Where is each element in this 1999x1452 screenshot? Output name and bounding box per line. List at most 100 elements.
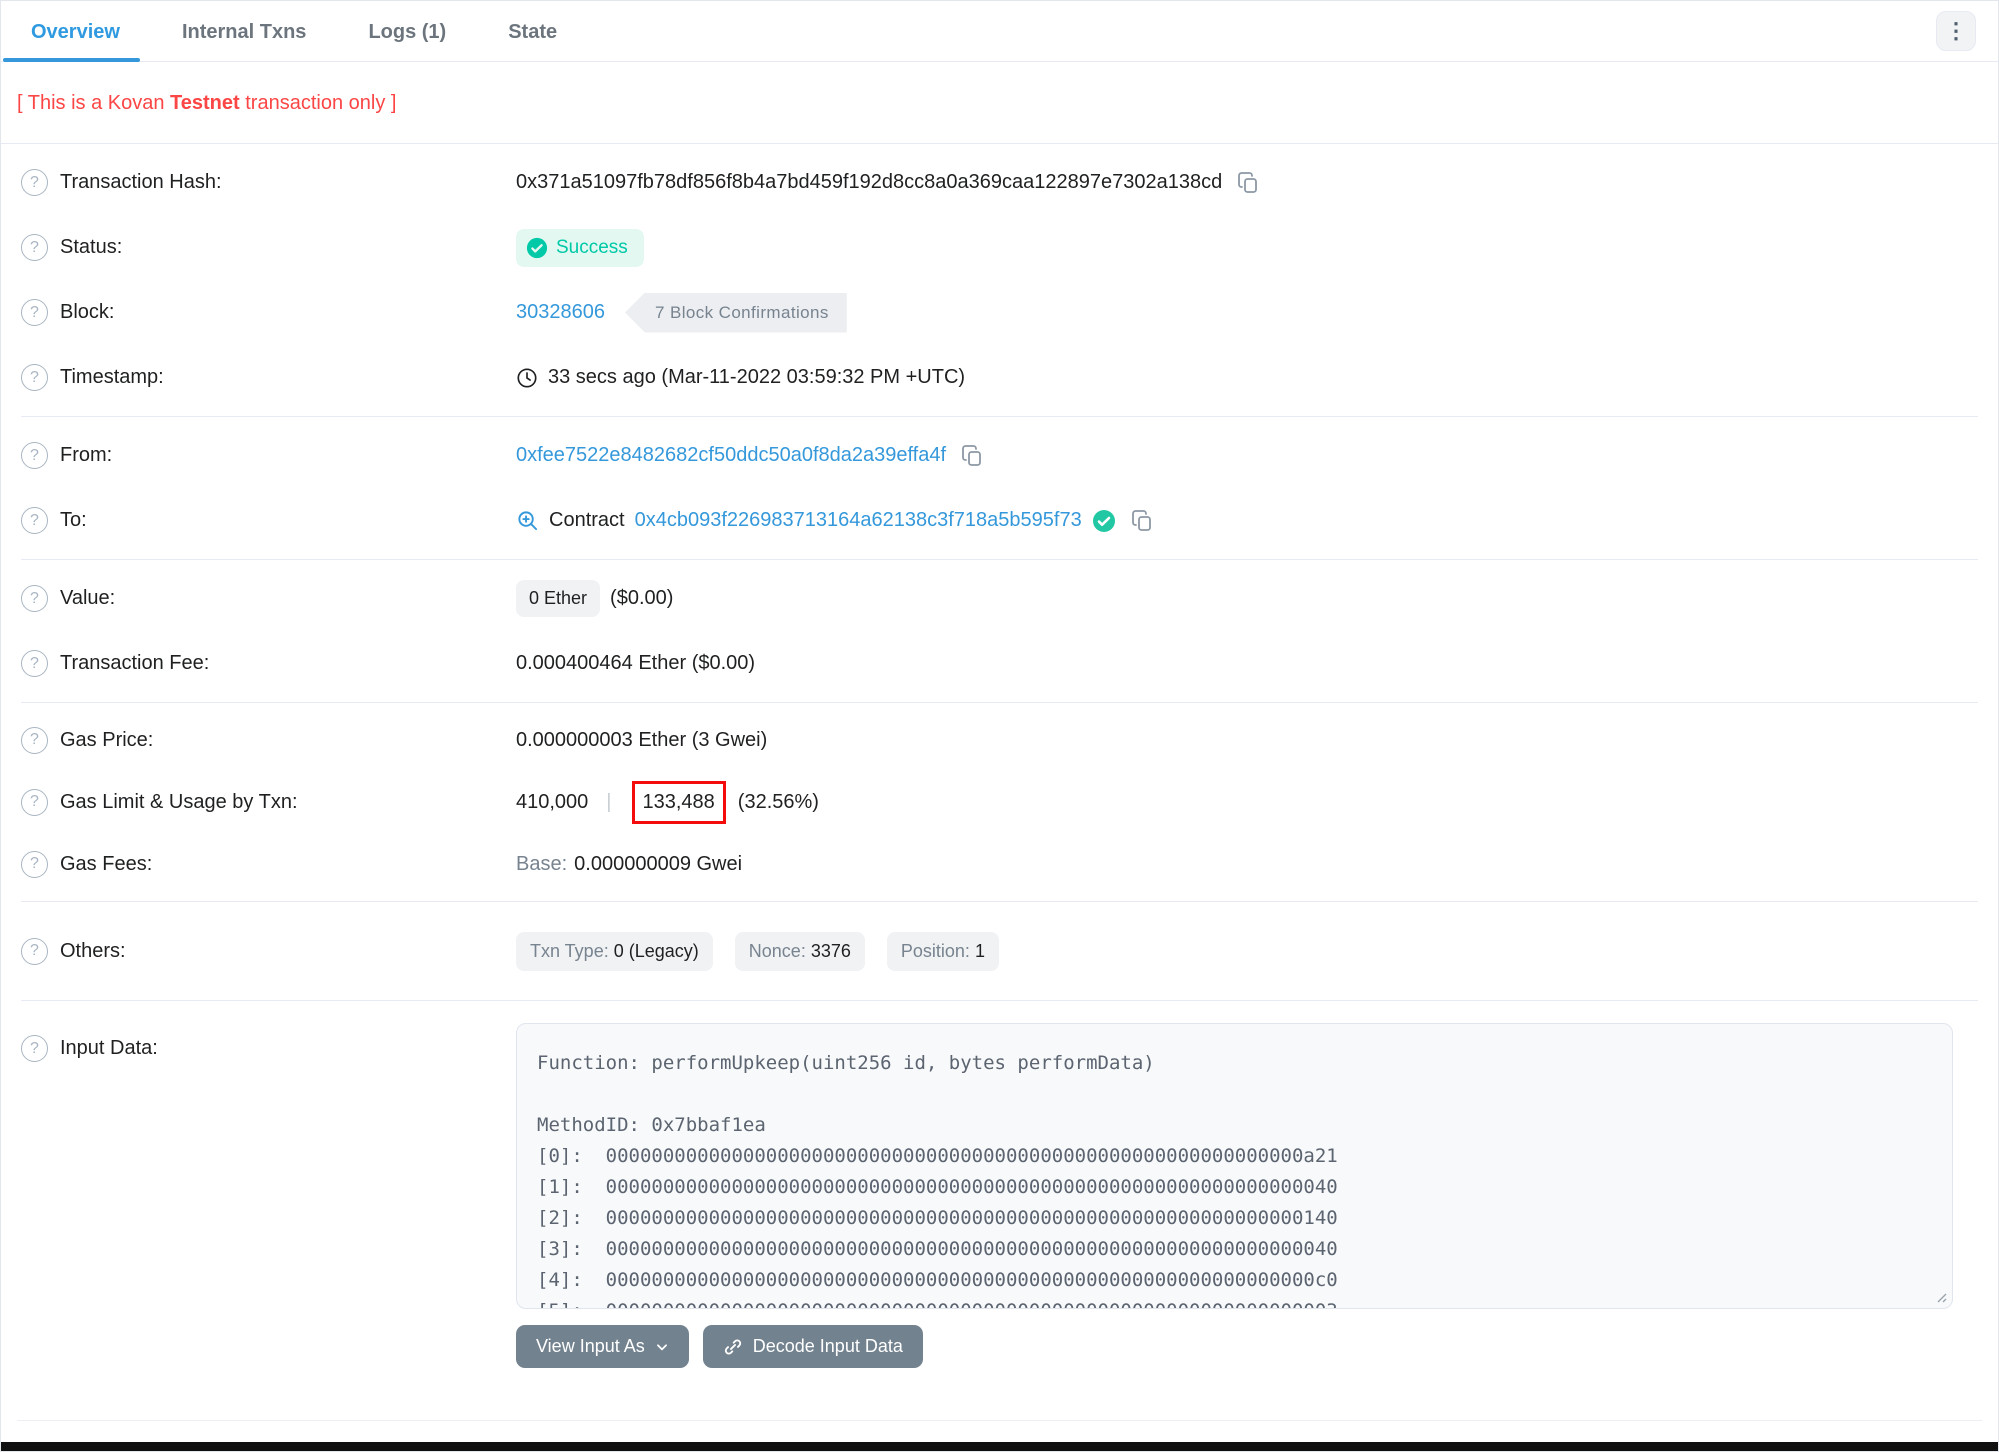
value-usd: ($0.00) [610, 587, 674, 609]
position-value: 1 [974, 940, 985, 961]
question-circle-icon[interactable] [21, 850, 48, 878]
question-circle-icon[interactable] [21, 788, 48, 816]
question-circle-icon[interactable] [21, 364, 48, 391]
notice-prefix: [ This is a Kovan [17, 92, 171, 114]
tab-bar: Overview Internal Txns Logs (1) State [1, 1, 1998, 62]
zoom-in-icon[interactable] [516, 509, 539, 532]
gas-limit-label: Gas Limit & Usage by Txn: [60, 790, 298, 813]
chevron-down-icon [655, 1340, 669, 1354]
position-badge: Position: 1 [886, 931, 999, 971]
value-badge: 0 Ether [516, 580, 601, 617]
status-value: Success [556, 236, 628, 258]
txn-type-key: Txn Type: [530, 940, 609, 961]
nonce-key: Nonce: [748, 940, 806, 961]
position-key: Position: [900, 940, 970, 961]
question-circle-icon[interactable] [21, 234, 48, 261]
gas-price-label: Gas Price: [60, 728, 154, 751]
decode-input-data-button[interactable]: Decode Input Data [702, 1325, 923, 1368]
question-circle-icon[interactable] [21, 585, 48, 612]
red-annotation-box: 133,488 [631, 780, 726, 824]
status-badge: Success [516, 228, 644, 267]
group-others: Others: Txn Type: 0 (Legacy) Nonce: 3376… [21, 901, 1978, 1000]
row-input-data: Input Data: Function: performUpkeep(uint… [21, 1007, 1978, 1309]
from-label: From: [60, 444, 113, 466]
input-data-textarea[interactable]: Function: performUpkeep(uint256 id, byte… [516, 1023, 1953, 1309]
nonce-value: 3376 [810, 940, 851, 961]
question-circle-icon[interactable] [21, 726, 48, 754]
block-confirmations-badge: 7 Block Confirmations [624, 292, 847, 333]
gas-usage-percent: (32.56%) [737, 790, 819, 813]
notice-suffix: transaction only ] [239, 92, 397, 114]
row-value: Value: 0 Ether ($0.00) [21, 566, 1978, 631]
input-data-label: Input Data: [60, 1037, 158, 1059]
gas-fees-label: Gas Fees: [60, 852, 153, 875]
txn-type-badge: Txn Type: 0 (Legacy) [516, 931, 713, 971]
view-input-as-label: View Input As [536, 1336, 645, 1356]
gas-fees-base-label: Base: [516, 852, 568, 875]
transaction-fee-value: 0.000400464 Ether ($0.00) [516, 652, 756, 674]
bottom-divider [17, 1420, 1982, 1421]
verified-check-icon [1092, 509, 1116, 533]
tab-logs[interactable]: Logs (1) [354, 5, 460, 61]
to-contract-text: Contract [549, 509, 625, 531]
tab-internal-txns[interactable]: Internal Txns [168, 5, 320, 61]
row-transaction-hash: Transaction Hash: 0x371a51097fb78df856f8… [21, 150, 1978, 215]
group-value: Value: 0 Ether ($0.00) Transaction Fee: … [21, 559, 1978, 702]
check-circle-icon [526, 237, 548, 259]
timestamp-value: 33 secs ago (Mar-11-2022 03:59:32 PM +UT… [548, 366, 966, 388]
vertical-ellipsis-icon [1945, 20, 1967, 42]
gas-separator: | [606, 790, 612, 813]
question-circle-icon[interactable] [21, 299, 48, 326]
gas-usage-value: 133,488 [642, 790, 715, 813]
question-circle-icon[interactable] [21, 1035, 48, 1062]
transaction-hash-value: 0x371a51097fb78df856f8b4a7bd459f192d8cc8… [516, 171, 1223, 193]
group-input-data: Input Data: Function: performUpkeep(uint… [21, 1000, 1978, 1374]
row-status: Status: Success [21, 215, 1978, 280]
gas-fees-base-value: 0.000000009 Gwei [574, 852, 743, 875]
nonce-badge: Nonce: 3376 [734, 931, 865, 971]
view-input-as-button[interactable]: View Input As [516, 1325, 689, 1368]
notice-bold: Testnet [170, 92, 240, 114]
from-address-link[interactable]: 0xfee7522e8482682cf50ddc50a0f8da2a39effa… [516, 444, 946, 467]
row-block: Block: 30328606 7 Block Confirmations [21, 280, 1978, 345]
value-label: Value: [60, 587, 116, 609]
gas-price-value: 0.000000003 Ether (3 Gwei) [516, 728, 768, 751]
tab-overview[interactable]: Overview [3, 5, 140, 62]
block-label: Block: [60, 301, 115, 323]
question-circle-icon[interactable] [21, 507, 48, 534]
input-data-content: Function: performUpkeep(uint256 id, byte… [537, 1052, 1338, 1308]
to-label: To: [60, 509, 87, 531]
group-gas: Gas Price: 0.000000003 Ether (3 Gwei) Ga… [21, 702, 1978, 901]
question-circle-icon[interactable] [21, 442, 48, 469]
question-circle-icon[interactable] [21, 169, 48, 196]
link-chain-icon [723, 1337, 743, 1357]
decode-input-data-label: Decode Input Data [752, 1336, 903, 1356]
to-address-link[interactable]: 0x4cb093f226983713164a62138c3f718a5b595f… [635, 509, 1082, 532]
row-from: From: 0xfee7522e8482682cf50ddc50a0f8da2a… [21, 423, 1978, 488]
more-options-button[interactable] [1936, 11, 1976, 51]
row-gas-fees: Gas Fees: Base: 0.000000009 Gwei [21, 833, 1978, 895]
row-timestamp: Timestamp: 33 secs ago (Mar-11-2022 03:5… [21, 345, 1978, 410]
block-number-link[interactable]: 30328606 [516, 301, 605, 324]
question-circle-icon[interactable] [21, 650, 48, 677]
testnet-notice: [ This is a Kovan Testnet transaction on… [17, 92, 1982, 115]
group-summary: Transaction Hash: 0x371a51097fb78df856f8… [21, 144, 1978, 416]
copy-icon[interactable] [1130, 509, 1154, 533]
status-label: Status: [60, 236, 123, 258]
tab-state[interactable]: State [494, 5, 571, 61]
resize-handle-icon[interactable] [1933, 1289, 1947, 1303]
bottom-edge-bar [1, 1442, 1998, 1451]
transaction-hash-label: Transaction Hash: [60, 171, 222, 193]
transaction-fee-label: Transaction Fee: [60, 652, 210, 674]
group-addresses: From: 0xfee7522e8482682cf50ddc50a0f8da2a… [21, 416, 1978, 559]
row-gas-limit-usage: Gas Limit & Usage by Txn: 410,000 | 133,… [21, 771, 1978, 833]
gas-limit-value: 410,000 [516, 790, 589, 813]
row-to: To: Contract 0x4cb093f226983713164a62138… [21, 488, 1978, 553]
copy-icon[interactable] [1236, 171, 1260, 195]
copy-icon[interactable] [960, 444, 984, 468]
row-transaction-fee: Transaction Fee: 0.000400464 Ether ($0.0… [21, 631, 1978, 696]
others-label: Others: [60, 939, 126, 962]
input-data-actions: View Input As Decode Input Data [516, 1325, 1978, 1368]
question-circle-icon[interactable] [21, 937, 48, 965]
timestamp-label: Timestamp: [60, 366, 164, 388]
